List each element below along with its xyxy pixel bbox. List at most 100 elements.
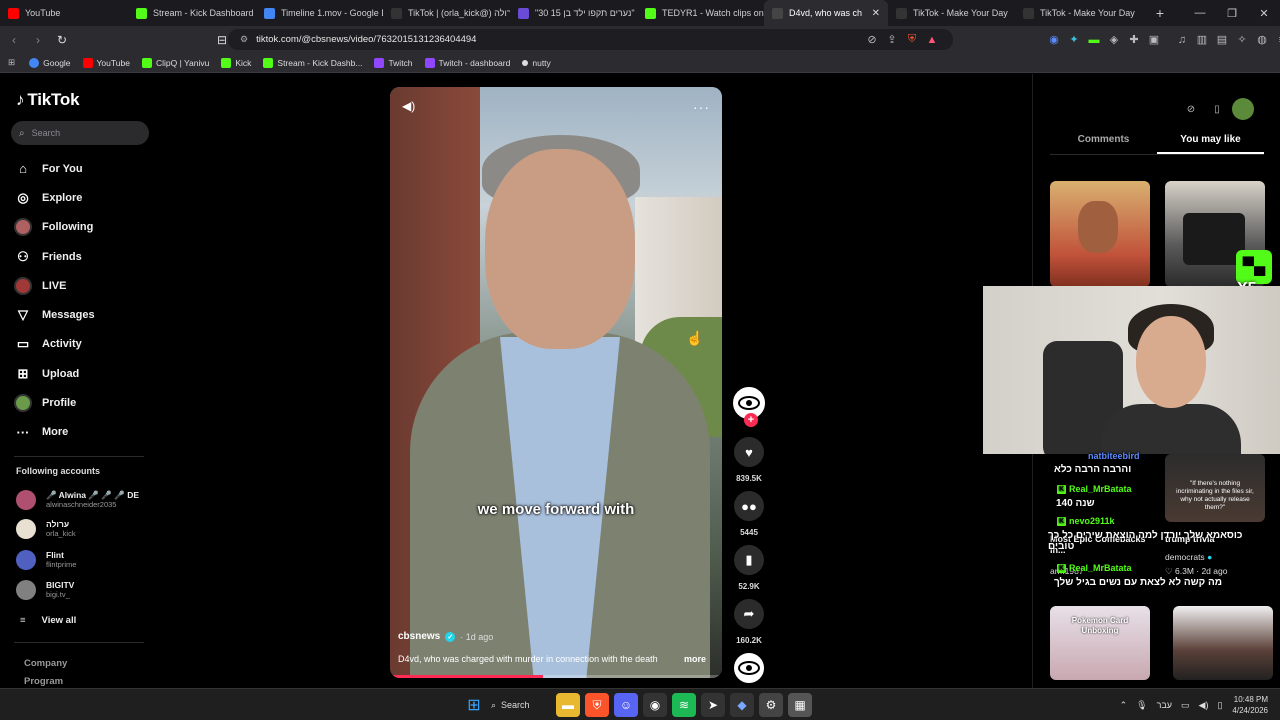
extension-icon[interactable]: ✦: [1064, 30, 1084, 50]
sidebar-item-profile[interactable]: Profile: [14, 388, 154, 417]
sidebar-item-messages[interactable]: ▽ Messages: [14, 300, 154, 329]
tab-kick-dashboard[interactable]: Stream - Kick Dashboard: [128, 0, 256, 26]
tab-tedyr1[interactable]: TEDYR1 - Watch clips on K: [637, 0, 764, 26]
sidebar-item-following[interactable]: Following: [14, 213, 154, 242]
bookmark-google[interactable]: Google: [29, 57, 71, 68]
speaker-icon[interactable]: ◀): [1199, 700, 1209, 711]
leo-icon[interactable]: ✧: [1232, 30, 1252, 50]
extension-icon[interactable]: ▣: [1144, 30, 1164, 50]
apps-icon[interactable]: ⊞: [8, 57, 15, 68]
video-author[interactable]: cbsnews: [398, 631, 440, 642]
settings-icon[interactable]: ⚙: [759, 693, 783, 717]
suggested-video-thumbnail[interactable]: Pokemon Card Unboxing: [1050, 606, 1150, 680]
suggested-video-thumbnail[interactable]: [1173, 606, 1273, 680]
app-icon[interactable]: ➤: [701, 693, 725, 717]
bookmark-youtube[interactable]: YouTube: [82, 57, 130, 68]
volume-icon[interactable]: ◀): [402, 99, 415, 113]
close-tab-icon[interactable]: ✕: [866, 8, 880, 19]
back-icon[interactable]: ‹: [4, 30, 24, 50]
spotify-icon[interactable]: ≋: [672, 693, 696, 717]
following-account[interactable]: 🎤 Alwina 🎤 🎤 🎤 DE alwinaschneider2035: [16, 490, 156, 510]
media-icon[interactable]: ♫: [1172, 30, 1192, 50]
bookmark-clipq[interactable]: ClipQ | Yanivu: [141, 57, 209, 68]
microphone-icon[interactable]: 🎙: [1136, 700, 1147, 711]
device-icon[interactable]: ▯: [1206, 98, 1228, 120]
following-account[interactable]: ערולה orla_kick: [16, 519, 156, 539]
windows-start-icon[interactable]: ⊞: [462, 693, 486, 717]
suggested-video-author[interactable]: democrats ●: [1165, 552, 1212, 562]
brave-shield-icon[interactable]: ⛨: [902, 30, 922, 50]
view-all-link[interactable]: ≡ View all: [20, 615, 76, 626]
brave-icon[interactable]: ⛨: [585, 693, 609, 717]
bookmark-kick-dashboard[interactable]: Stream - Kick Dashb...: [263, 57, 362, 68]
avatar[interactable]: [1232, 98, 1254, 120]
creator-avatar-button[interactable]: +: [730, 387, 768, 427]
footer-program-link[interactable]: Program: [24, 676, 63, 687]
sidebar-item-more[interactable]: ··· More: [14, 418, 154, 447]
tab-tiktok-1[interactable]: TikTok - Make Your Day: [888, 0, 1015, 26]
following-account[interactable]: Flint flintprime: [16, 550, 156, 570]
discord-icon[interactable]: ☺: [614, 693, 638, 717]
footer-company-link[interactable]: Company: [24, 658, 67, 669]
reader-off-icon[interactable]: ⊘: [862, 30, 882, 50]
more-options-icon[interactable]: ···: [693, 99, 710, 115]
sidebar-item-friends[interactable]: ⚇ Friends: [14, 242, 154, 271]
sidebar-item-activity[interactable]: ▭ Activity: [14, 330, 154, 359]
sidebar-icon[interactable]: ▥: [1192, 30, 1212, 50]
bookmark-twitch-dashboard[interactable]: Twitch - dashboard: [424, 57, 510, 68]
video-player[interactable]: ◀) ··· we move forward with cbsnews ✓ · …: [390, 87, 722, 678]
more-button[interactable]: more: [684, 654, 706, 664]
puzzle-icon[interactable]: ✚: [1124, 30, 1144, 50]
sidebar-item-upload[interactable]: ⊞ Upload: [14, 359, 154, 388]
video-progress-bar[interactable]: [390, 675, 722, 678]
sound-button[interactable]: [730, 653, 768, 683]
bookmark-kick[interactable]: Kick: [221, 57, 251, 68]
forward-icon[interactable]: ›: [28, 30, 48, 50]
file-explorer-icon[interactable]: ▬: [556, 693, 580, 717]
search-input[interactable]: ⌕ Search: [11, 121, 149, 145]
save-button[interactable]: ▮ 52.9K: [730, 545, 768, 591]
chevron-up-icon[interactable]: ⌃: [1120, 700, 1128, 711]
language-indicator[interactable]: עבר: [1157, 700, 1172, 710]
tab-you-may-like[interactable]: You may like: [1157, 129, 1264, 154]
tab-youtube[interactable]: YouTube: [0, 0, 128, 26]
share-button[interactable]: ➦ 160.2K: [730, 599, 768, 645]
vpn-icon[interactable]: ◍: [1252, 30, 1272, 50]
url-field[interactable]: ⚙ tiktok.com/@cbsnews/video/763201513123…: [228, 29, 953, 50]
tab-comments[interactable]: Comments: [1050, 129, 1157, 154]
follow-plus-icon[interactable]: +: [744, 413, 758, 427]
minimize-icon[interactable]: —: [1184, 0, 1216, 26]
extension-icon[interactable]: ◈: [1104, 30, 1124, 50]
tab-tiktok-2[interactable]: TikTok - Make Your Day: [1015, 0, 1142, 26]
tiktok-logo[interactable]: ♪ TikTok: [16, 90, 80, 110]
sidebar-item-live[interactable]: LIVE: [14, 271, 154, 300]
share-icon[interactable]: ⇪: [882, 30, 902, 50]
menu-icon[interactable]: ≡: [1272, 30, 1280, 50]
bookmark-twitch[interactable]: Twitch: [374, 57, 413, 68]
sidebar-item-explore[interactable]: ◎ Explore: [14, 183, 154, 212]
sidebar-item-for-you[interactable]: ⌂ For You: [14, 154, 154, 183]
app-icon[interactable]: ◆: [730, 693, 754, 717]
taskbar-search[interactable]: ⌕ Search: [491, 693, 551, 717]
new-tab-button[interactable]: +: [1150, 5, 1170, 21]
clock[interactable]: 10:48 PM 4/24/2026: [1232, 694, 1268, 716]
coins-icon[interactable]: ⊘: [1180, 98, 1202, 120]
tab-d4vd-active[interactable]: D4vd, who was ch ✕: [764, 0, 888, 26]
wallet-icon[interactable]: ▤: [1212, 30, 1232, 50]
like-button[interactable]: ♥ 839.5K: [730, 437, 768, 483]
brave-rewards-icon[interactable]: ▲: [922, 30, 942, 50]
bookmark-nutty[interactable]: nutty: [522, 58, 551, 68]
site-info-icon[interactable]: ⚙: [240, 34, 248, 45]
tab-tiktok-orla[interactable]: TikTok | (orla_kick@) ערולה: [383, 0, 510, 26]
tab-article[interactable]: "30 נערים תקפו ילד בן 15": [510, 0, 637, 26]
obs-icon[interactable]: ◉: [643, 693, 667, 717]
suggested-video-thumbnail[interactable]: [1050, 181, 1150, 287]
calculator-icon[interactable]: ▦: [788, 693, 812, 717]
network-icon[interactable]: ▭: [1181, 700, 1190, 711]
following-account[interactable]: BIGITV bigi.tv_: [16, 580, 156, 600]
suggested-video-thumbnail[interactable]: "If there's nothing incriminating in the…: [1165, 454, 1265, 522]
battery-icon[interactable]: ▯: [1217, 700, 1222, 711]
tab-google-drive[interactable]: Timeline 1.mov - Google D: [256, 0, 383, 26]
comment-button[interactable]: ●● 5445: [730, 491, 768, 537]
extension-icon[interactable]: ◉: [1044, 30, 1064, 50]
